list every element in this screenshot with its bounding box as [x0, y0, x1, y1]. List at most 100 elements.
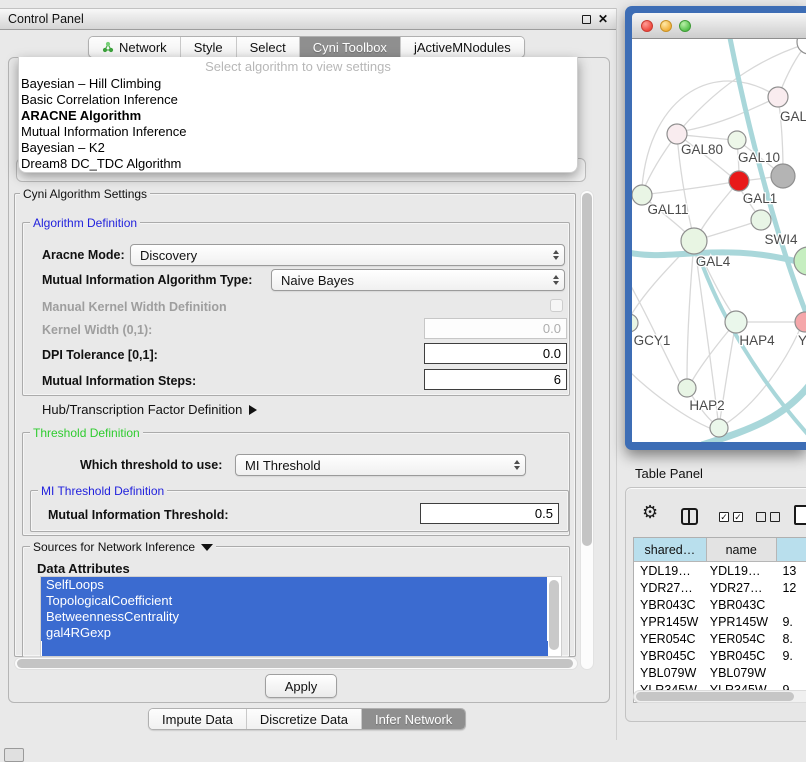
- node-label: GCY1: [634, 333, 671, 348]
- apply-button[interactable]: Apply: [265, 674, 337, 698]
- table-row[interactable]: YDL19… YDL19… 13: [634, 562, 806, 579]
- network-node[interactable]: [681, 228, 707, 254]
- table-header-row: shared… name: [634, 538, 806, 562]
- gear-icon[interactable]: ⚙: [642, 503, 658, 521]
- network-node[interactable]: [795, 312, 806, 332]
- tab-style[interactable]: Style: [180, 37, 236, 57]
- bottom-tabbar: Impute Data Discretize Data Infer Networ…: [148, 708, 466, 730]
- network-node[interactable]: [729, 171, 749, 191]
- attribute-list-item[interactable]: BetweennessCentrality: [41, 609, 547, 625]
- tab-network[interactable]: Network: [89, 37, 180, 57]
- network-node[interactable]: [728, 131, 746, 149]
- dropdown-option-highlighted[interactable]: ARACNE Algorithm: [19, 108, 577, 124]
- columns-icon[interactable]: [681, 508, 698, 525]
- which-threshold-value: MI Threshold: [245, 458, 321, 473]
- settings-vertical-scrollbar[interactable]: [580, 190, 594, 670]
- table-horizontal-scrollbar[interactable]: [633, 690, 806, 703]
- threshold-definition-title: Threshold Definition: [30, 426, 143, 440]
- network-node[interactable]: [771, 164, 795, 188]
- dropdown-option[interactable]: Dream8 DC_TDC Algorithm: [19, 156, 577, 172]
- attribute-list-item-partial[interactable]: [42, 641, 548, 657]
- dpi-tolerance-field[interactable]: 0.0: [424, 343, 567, 364]
- aracne-mode-combo[interactable]: Discovery: [130, 244, 565, 266]
- node-label: SWI4: [764, 232, 797, 247]
- checked-pair-icon[interactable]: ✓✓: [719, 512, 743, 522]
- network-window-titlebar[interactable]: [632, 13, 806, 39]
- table-body: YDL19… YDL19… 13 YDR27… YDR27… 12 YBR043…: [634, 562, 806, 703]
- network-node[interactable]: [710, 419, 728, 437]
- table-row[interactable]: YDR27… YDR27… 12: [634, 579, 806, 596]
- tab-discretize-data[interactable]: Discretize Data: [246, 709, 361, 729]
- document-icon[interactable]: [794, 505, 806, 525]
- sources-group-title[interactable]: Sources for Network Inference: [30, 540, 216, 554]
- tab-infer-network[interactable]: Infer Network: [361, 709, 465, 729]
- network-node[interactable]: [794, 247, 806, 275]
- manual-kernel-checkbox[interactable]: [550, 299, 563, 312]
- float-icon[interactable]: [582, 15, 591, 24]
- attr-items: SelfLoops TopologicalCoefficient Between…: [41, 577, 561, 641]
- which-threshold-combo[interactable]: MI Threshold: [235, 454, 526, 476]
- network-node[interactable]: [751, 210, 771, 230]
- hub-definition-expander[interactable]: Hub/Transcription Factor Definition: [42, 402, 257, 417]
- unchecked-pair-icon[interactable]: [756, 512, 780, 522]
- panel-mini-button[interactable]: [4, 748, 24, 762]
- network-node[interactable]: [632, 314, 638, 332]
- mi-threshold-field[interactable]: 0.5: [420, 503, 559, 524]
- mi-steps-field[interactable]: 6: [424, 369, 567, 390]
- column-header-shared-name[interactable]: shared…: [634, 538, 707, 561]
- tab-cyni-toolbox[interactable]: Cyni Toolbox: [299, 37, 400, 57]
- network-node[interactable]: [678, 379, 696, 397]
- control-panel-title: Control Panel: [8, 12, 84, 26]
- network-canvas[interactable]: GALGAL80GAL10GAL1GAL11SWI4GAL4HAP4YGCY1H…: [632, 39, 806, 442]
- attribute-list-scrollbar[interactable]: [549, 580, 559, 650]
- node-label: GAL1: [743, 191, 778, 206]
- algorithm-dropdown-list: Select algorithm to view settings Bayesi…: [18, 57, 578, 173]
- tab-jactivemnodules[interactable]: jActiveMNodules: [400, 37, 524, 57]
- table-toolbar: ⚙ ✓✓: [626, 488, 806, 532]
- network-node[interactable]: [725, 311, 747, 333]
- combo-spinner-icon: [547, 250, 564, 260]
- node-label: GAL: [780, 109, 806, 124]
- table-row[interactable]: YBR043C YBR043C: [634, 596, 806, 613]
- zoom-traffic-light[interactable]: [679, 20, 691, 32]
- close-icon[interactable]: ✕: [598, 14, 608, 24]
- attribute-list-item[interactable]: SelfLoops: [41, 577, 547, 593]
- dropdown-option[interactable]: Bayesian – Hill Climbing: [19, 76, 577, 92]
- kernel-width-label: Kernel Width (0,1):: [42, 323, 152, 337]
- close-traffic-light[interactable]: [641, 20, 653, 32]
- kernel-width-field[interactable]: 0.0: [424, 318, 567, 339]
- network-node[interactable]: [768, 87, 788, 107]
- minimize-traffic-light[interactable]: [660, 20, 672, 32]
- attribute-list-item[interactable]: TopologicalCoefficient: [41, 593, 547, 609]
- control-panel-window: Control Panel ✕ Network Style Select Cyn…: [0, 8, 617, 740]
- node-label: GAL4: [696, 254, 731, 269]
- column-header-name[interactable]: name: [707, 538, 777, 561]
- table-row[interactable]: YPR145W YPR145W 9.: [634, 613, 806, 630]
- tab-label: Network: [119, 40, 167, 55]
- table-row[interactable]: YBL079W YBL079W: [634, 664, 806, 681]
- dropdown-option[interactable]: Mutual Information Inference: [19, 124, 577, 140]
- dropdown-option[interactable]: Bayesian – K2: [19, 140, 577, 156]
- node-label: GAL10: [738, 150, 780, 165]
- node-label: GAL11: [647, 202, 688, 217]
- network-canvas-container[interactable]: GALGAL80GAL10GAL1GAL11SWI4GAL4HAP4YGCY1H…: [632, 39, 806, 442]
- settings-horizontal-scrollbar[interactable]: [14, 657, 578, 670]
- table-row[interactable]: YER054C YER054C 8.: [634, 630, 806, 647]
- network-icon: [102, 41, 114, 53]
- tab-select[interactable]: Select: [236, 37, 299, 57]
- tab-impute-data[interactable]: Impute Data: [149, 709, 246, 729]
- attribute-list-item[interactable]: gal4RGexp: [41, 625, 547, 641]
- data-attributes-label: Data Attributes: [37, 561, 130, 576]
- network-view-window: GALGAL80GAL10GAL1GAL11SWI4GAL4HAP4YGCY1H…: [625, 6, 806, 450]
- mi-type-combo[interactable]: Naive Bayes: [271, 269, 565, 291]
- network-node[interactable]: [667, 124, 687, 144]
- mi-type-value: Naive Bayes: [281, 273, 354, 288]
- table-row[interactable]: YBR045C YBR045C 9.: [634, 647, 806, 664]
- dropdown-option[interactable]: Basic Correlation Inference: [19, 92, 577, 108]
- aracne-mode-value: Discovery: [140, 248, 197, 263]
- node-table: shared… name YDL19… YDL19… 13 YDR27… YDR…: [633, 537, 806, 703]
- mi-type-label: Mutual Information Algorithm Type:: [42, 273, 252, 287]
- network-node[interactable]: [797, 39, 806, 54]
- mi-threshold-label: Mutual Information Threshold:: [48, 508, 229, 522]
- column-header-partial[interactable]: [777, 538, 806, 561]
